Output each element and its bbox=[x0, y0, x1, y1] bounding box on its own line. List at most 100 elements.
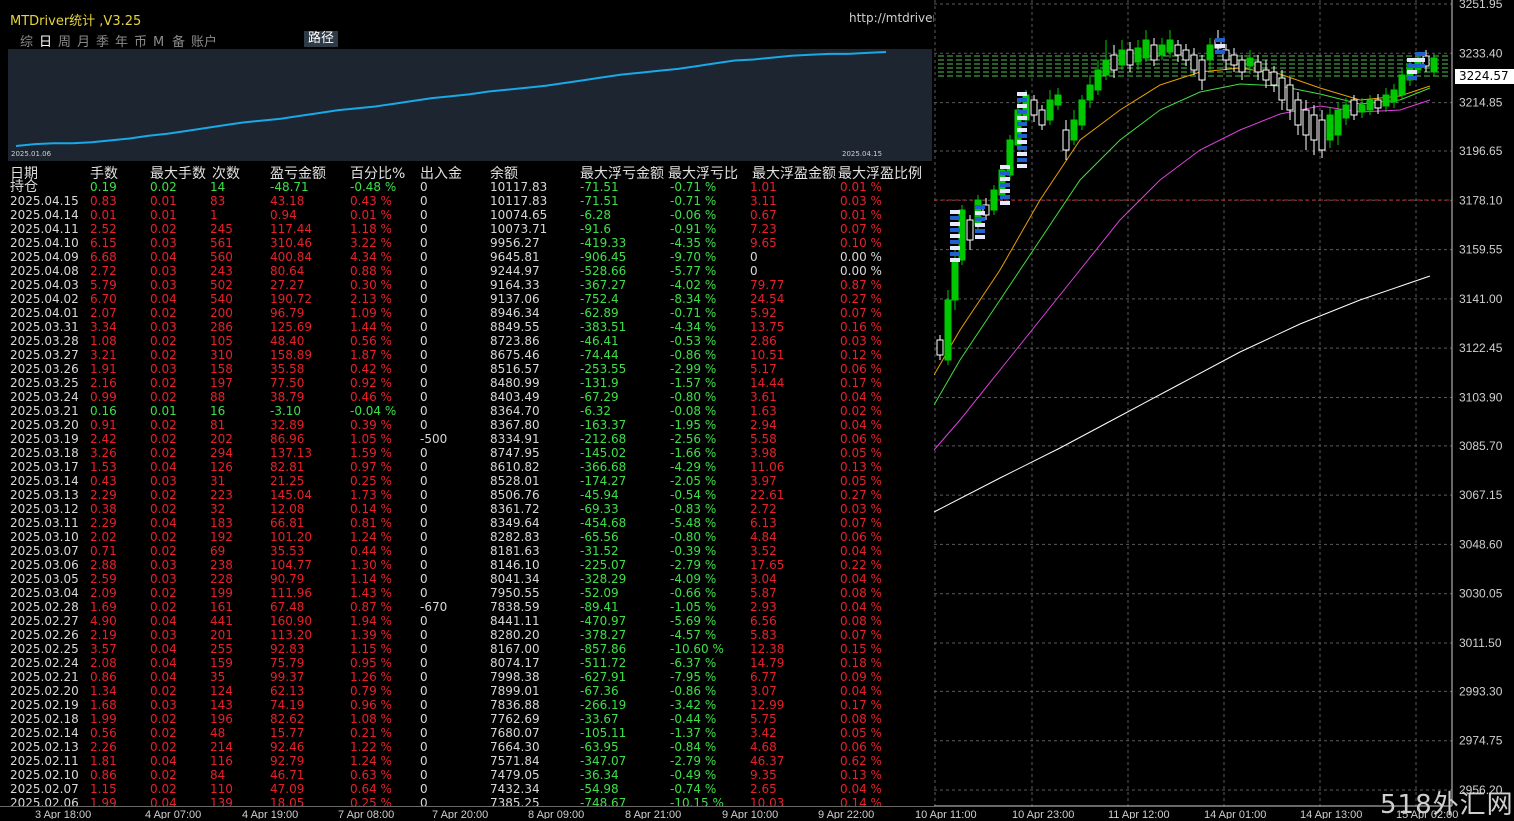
table-row[interactable]: 2025.03.27 3.21 0.02 310 158.89 1.87 % 0 8675.4… bbox=[0, 348, 934, 362]
table-row[interactable]: 2025.04.08 2.72 0.03 243 80.64 0.88 % 0 9244.97… bbox=[0, 264, 934, 278]
table-row[interactable]: 2025.02.26 2.19 0.03 201 113.20 1.39 % 0 8280.2… bbox=[0, 628, 934, 642]
table-row[interactable]: 2025.04.02 6.70 0.04 540 190.72 2.13 % 0 9137.0… bbox=[0, 292, 934, 306]
tab-4[interactable]: 季 bbox=[96, 31, 115, 50]
table-row[interactable]: 2025.02.18 1.99 0.02 196 82.62 1.08 % 0 7762.69… bbox=[0, 712, 934, 726]
tab-9[interactable]: 账户 bbox=[191, 31, 231, 50]
cell-maxlots: 0.02 bbox=[150, 488, 177, 502]
cell-maxlots: 0.02 bbox=[150, 306, 177, 320]
tab-8[interactable]: 备 bbox=[172, 31, 191, 50]
cell-pct: 0.30 % bbox=[350, 278, 392, 292]
path-button[interactable]: 路径 bbox=[304, 31, 338, 47]
cell-pnl: 47.09 bbox=[270, 782, 305, 796]
table-row[interactable]: 2025.02.06 1.99 0.04 139 18.05 0.25 % 0 7385.25… bbox=[0, 796, 934, 806]
table-row[interactable]: 2025.04.15 0.83 0.01 83 43.18 0.43 % 0 10117.83… bbox=[0, 194, 934, 208]
cell-ddpct: -0.86 % bbox=[670, 348, 717, 362]
table-row[interactable]: 2025.03.06 2.88 0.03 238 104.77 1.30 % 0 8146.1… bbox=[0, 558, 934, 572]
cell-fpamt: 5.83 bbox=[750, 628, 777, 642]
trade-marker bbox=[950, 228, 960, 232]
table-row[interactable]: 2025.03.13 2.29 0.02 223 145.04 1.73 % 0 8506.7… bbox=[0, 488, 934, 502]
cell-lots: 2.07 bbox=[90, 306, 117, 320]
trade-marker bbox=[1017, 122, 1027, 126]
table-row[interactable]: 2025.03.11 2.29 0.04 183 66.81 0.81 % 0 8349.64… bbox=[0, 516, 934, 530]
tab-3[interactable]: 月 bbox=[77, 31, 96, 50]
table-row[interactable]: 2025.03.05 2.59 0.03 228 90.79 1.14 % 0 8041.34… bbox=[0, 572, 934, 586]
tab-6[interactable]: 币 bbox=[134, 31, 153, 50]
cell-balance: 8367.80 bbox=[490, 418, 540, 432]
tab-1[interactable]: 日 bbox=[39, 31, 58, 50]
holding-row[interactable]: 持仓 0.19 0.02 14 -48.71 -0.48 % 0 10117.83 -71.51… bbox=[0, 180, 934, 194]
table-row[interactable]: 2025.03.21 0.16 0.01 16 -3.10 -0.04 % 0 8364.70… bbox=[0, 404, 934, 418]
cell-ddamt: -225.07 bbox=[580, 558, 627, 572]
cell-date: 2025.02.10 bbox=[10, 768, 79, 782]
table-row[interactable]: 2025.03.12 0.38 0.02 32 12.08 0.14 % 0 8361.72 -… bbox=[0, 502, 934, 516]
table-row[interactable]: 2025.03.10 2.02 0.02 192 101.20 1.24 % 0 8282.8… bbox=[0, 530, 934, 544]
cell-lots: 1.81 bbox=[90, 754, 117, 768]
cell-date: 2025.03.14 bbox=[10, 474, 79, 488]
table-row[interactable]: 2025.02.14 0.56 0.02 48 15.77 0.21 % 0 7680.07 -… bbox=[0, 726, 934, 740]
table-row[interactable]: 2025.02.28 1.69 0.02 161 67.48 0.87 % -670 7838… bbox=[0, 600, 934, 614]
table-row[interactable]: 2025.04.03 5.79 0.03 502 27.27 0.30 % 0 9164.33… bbox=[0, 278, 934, 292]
cell-ddamt: -906.45 bbox=[580, 250, 627, 264]
table-row[interactable]: 2025.04.11 2.52 0.02 245 117.44 1.18 % 0 10073.… bbox=[0, 222, 934, 236]
cell-date: 2025.03.05 bbox=[10, 572, 79, 586]
cell-count: 139 bbox=[210, 796, 233, 806]
candle-body bbox=[1126, 49, 1134, 66]
table-row[interactable]: 2025.03.07 0.71 0.02 69 35.53 0.44 % 0 8181.63 -… bbox=[0, 544, 934, 558]
cell-fppct: 0.04 % bbox=[840, 572, 882, 586]
cell-ddamt: -131.9 bbox=[580, 376, 619, 390]
table-row[interactable]: 2025.02.13 2.26 0.02 214 92.46 1.22 % 0 7664.30… bbox=[0, 740, 934, 754]
table-row[interactable]: 2025.02.19 1.68 0.03 143 74.19 0.96 % 0 7836.88… bbox=[0, 698, 934, 712]
cell-balance: 7680.07 bbox=[490, 726, 540, 740]
tab-5[interactable]: 年 bbox=[115, 31, 134, 50]
tab-2[interactable]: 周 bbox=[58, 31, 77, 50]
table-row[interactable]: 2025.03.17 1.53 0.04 126 82.81 0.97 % 0 8610.82… bbox=[0, 460, 934, 474]
cell-ddpct: -0.86 % bbox=[670, 684, 717, 698]
table-row[interactable]: 2025.04.01 2.07 0.02 200 96.79 1.09 % 0 8946.34… bbox=[0, 306, 934, 320]
table-row[interactable]: 2025.03.25 2.16 0.02 197 77.50 0.92 % 0 8480.99… bbox=[0, 376, 934, 390]
table-row[interactable]: 2025.02.10 0.86 0.02 84 46.71 0.63 % 0 7479.05 -… bbox=[0, 768, 934, 782]
table-row[interactable]: 2025.02.11 1.81 0.04 116 92.79 1.24 % 0 7571.84… bbox=[0, 754, 934, 768]
table-row[interactable]: 2025.03.14 0.43 0.03 31 21.25 0.25 % 0 8528.01 -… bbox=[0, 474, 934, 488]
cell-pct: 0.95 % bbox=[350, 656, 392, 670]
table-row[interactable]: 2025.04.09 6.68 0.04 560 400.84 4.34 % 0 9645.8… bbox=[0, 250, 934, 264]
table-row[interactable]: 2025.02.24 2.08 0.04 159 75.79 0.95 % 0 8074.17… bbox=[0, 656, 934, 670]
table-row[interactable]: 2025.02.27 4.90 0.04 441 160.90 1.94 % 0 8441.1… bbox=[0, 614, 934, 628]
table-row[interactable]: 2025.03.18 3.26 0.02 294 137.13 1.59 % 0 8747.9… bbox=[0, 446, 934, 460]
table-row[interactable]: 2025.02.21 0.86 0.04 35 99.37 1.26 % 0 7998.38 -… bbox=[0, 670, 934, 684]
stats-panel: MTDriver统计 ,V3.25 http://mtdriver.cn 综日周… bbox=[0, 0, 934, 806]
tab-7[interactable]: M bbox=[153, 35, 172, 50]
cell-ddpct: -4.34 % bbox=[670, 320, 717, 334]
table-row[interactable]: 2025.02.25 3.57 0.04 255 92.83 1.15 % 0 8167.00… bbox=[0, 642, 934, 656]
table-row[interactable]: 2025.03.04 2.09 0.02 199 111.96 1.43 % 0 7950.5… bbox=[0, 586, 934, 600]
panel-url-link[interactable]: http://mtdriver.cn bbox=[849, 11, 934, 25]
table-row[interactable]: 2025.03.26 1.91 0.03 158 35.58 0.42 % 0 8516.57… bbox=[0, 362, 934, 376]
cell-fpamt: 3.07 bbox=[750, 684, 777, 698]
table-row[interactable]: 2025.04.10 6.15 0.03 561 310.46 3.22 % 0 9956.2… bbox=[0, 236, 934, 250]
table-row[interactable]: 2025.04.14 0.01 0.01 1 0.94 0.01 % 0 10074.65 -6… bbox=[0, 208, 934, 222]
cell-pnl: 38.79 bbox=[270, 390, 305, 404]
cell-fpamt: 0 bbox=[750, 264, 758, 278]
price-axis-label: 3196.65 bbox=[1459, 144, 1503, 158]
candle-body bbox=[1006, 139, 1014, 176]
table-row[interactable]: 2025.03.20 0.91 0.02 81 32.89 0.39 % 0 8367.80 -… bbox=[0, 418, 934, 432]
table-row[interactable]: 2025.03.31 3.34 0.03 286 125.69 1.44 % 0 8849.5… bbox=[0, 320, 934, 334]
cell-fppct: 0.03 % bbox=[840, 334, 882, 348]
cell-pnl: 137.13 bbox=[270, 446, 312, 460]
tab-0[interactable]: 综 bbox=[20, 31, 39, 50]
cell-ddpct: -1.95 % bbox=[670, 418, 717, 432]
table-row[interactable]: 2025.03.28 1.08 0.02 105 48.40 0.56 % 0 8723.86… bbox=[0, 334, 934, 348]
candle-body bbox=[1062, 129, 1070, 151]
table-row[interactable]: 2025.02.07 1.15 0.02 110 47.09 0.64 % 0 7432.34… bbox=[0, 782, 934, 796]
table-row[interactable]: 2025.03.19 2.42 0.02 202 86.96 1.05 % -500 8334… bbox=[0, 432, 934, 446]
cell-pct: 0.92 % bbox=[350, 376, 392, 390]
cell-fpamt: 5.92 bbox=[750, 306, 777, 320]
cell-ddpct: -2.05 % bbox=[670, 474, 717, 488]
table-row[interactable]: 2025.02.20 1.34 0.02 124 62.13 0.79 % 0 7899.01… bbox=[0, 684, 934, 698]
table-row[interactable]: 2025.03.24 0.99 0.02 88 38.79 0.46 % 0 8403.49 -… bbox=[0, 390, 934, 404]
cell-fpamt: 24.54 bbox=[750, 292, 785, 306]
cell-maxlots: 0.02 bbox=[150, 418, 177, 432]
cell-ddamt: -857.86 bbox=[580, 642, 627, 656]
cell-io: 0 bbox=[420, 264, 428, 278]
candle-body bbox=[1374, 99, 1382, 109]
cell-ddamt: -54.98 bbox=[580, 782, 619, 796]
